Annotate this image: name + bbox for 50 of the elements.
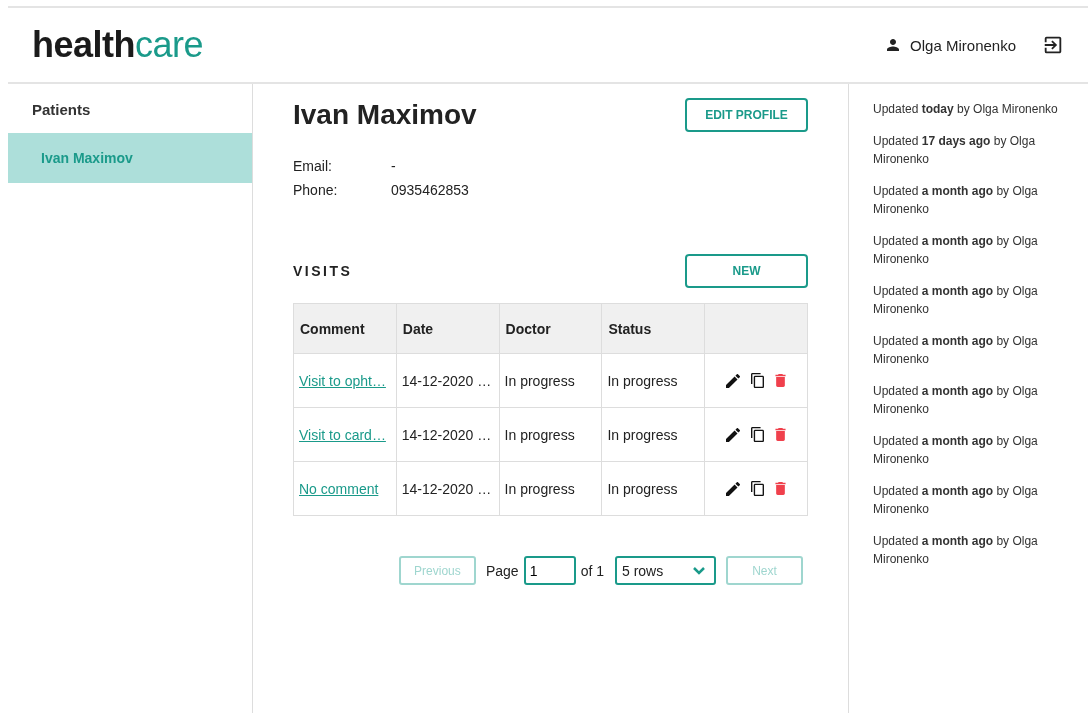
copy-icon[interactable]: [751, 373, 765, 388]
table-cell: In progress: [499, 461, 602, 516]
activity-entry: Updated a month ago by Olga Mironenko: [873, 533, 1039, 568]
activity-entry: Updated a month ago by Olga Mironenko: [873, 433, 1039, 468]
field-label: Email:: [293, 158, 333, 174]
delete-icon[interactable]: [775, 374, 787, 387]
edit-profile-button[interactable]: EDIT PROFILE: [685, 98, 808, 132]
edit-icon[interactable]: [726, 427, 741, 442]
copy-icon[interactable]: [751, 481, 765, 496]
chevron-down-icon: [692, 565, 706, 576]
table-cell: 14-12-2020 …: [396, 353, 500, 408]
copy-icon[interactable]: [751, 427, 765, 442]
rows-select[interactable]: 5 rows: [615, 556, 716, 585]
table-cell: In progress: [499, 353, 602, 408]
table-cell: In progress: [601, 407, 705, 462]
app-logo: healthcare: [32, 24, 204, 66]
field-value: 0935462853: [391, 182, 470, 198]
table-cell: In progress: [499, 407, 602, 462]
section-title: VISITS: [293, 263, 353, 279]
page-input[interactable]: 1: [523, 556, 576, 585]
logout-icon[interactable]: [1042, 34, 1064, 56]
column-header: Status: [601, 303, 705, 354]
activity-entry: Updated a month ago by Olga Mironenko: [873, 233, 1039, 268]
activity-entry: Updated today by Olga Mironenko: [873, 101, 1059, 118]
delete-icon[interactable]: [775, 482, 787, 495]
table-cell: 14-12-2020 …: [396, 407, 500, 462]
user-name: Olga Mironenko: [910, 36, 1016, 54]
activity-entry: Updated 17 days ago by Olga Mironenko: [873, 133, 1037, 168]
table-cell: 14-12-2020 …: [396, 461, 500, 516]
patient-item[interactable]: Ivan Maximov: [8, 133, 252, 183]
sidebar-heading: Patients: [31, 100, 92, 120]
column-header: Date: [396, 303, 500, 354]
edit-icon[interactable]: [726, 373, 741, 388]
column-header: Doctor: [499, 303, 602, 354]
field-value: -: [391, 158, 397, 174]
activity-entry: Updated a month ago by Olga Mironenko: [873, 333, 1039, 368]
field-label: Phone:: [293, 182, 339, 198]
column-header: Comment: [293, 303, 397, 354]
activity-entry: Updated a month ago by Olga Mironenko: [873, 283, 1039, 318]
page-count: of 1: [580, 562, 604, 579]
edit-icon[interactable]: [726, 481, 741, 496]
table-cell: In progress: [601, 461, 705, 516]
page-label: Page: [485, 562, 519, 579]
activity-entry: Updated a month ago by Olga Mironenko: [873, 183, 1039, 218]
activity-entry: Updated a month ago by Olga Mironenko: [873, 383, 1039, 418]
new-visit-button[interactable]: NEW: [685, 254, 808, 288]
table-cell: In progress: [601, 353, 705, 408]
delete-icon[interactable]: [775, 428, 787, 441]
patient-name: Ivan Maximov: [293, 99, 477, 131]
activity-entry: Updated a month ago by Olga Mironenko: [873, 483, 1039, 518]
